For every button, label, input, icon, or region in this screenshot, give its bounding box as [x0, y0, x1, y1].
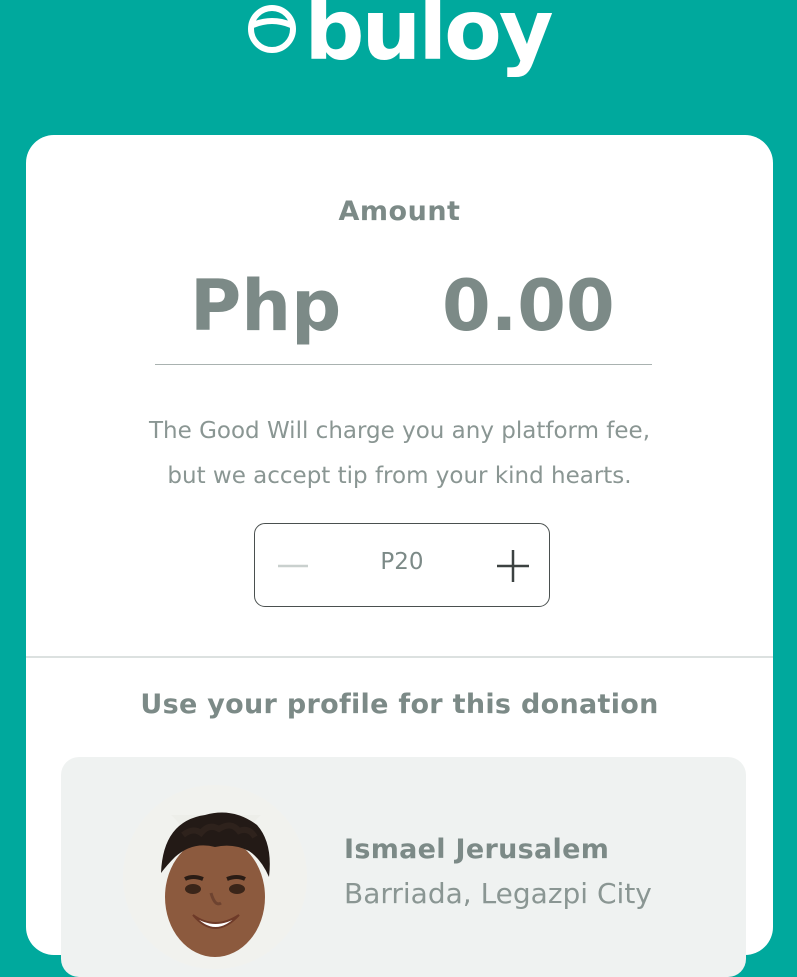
- plus-icon[interactable]: [493, 546, 533, 586]
- profile-name: Ismael Jerusalem: [344, 834, 610, 865]
- avatar-photo: [123, 785, 307, 969]
- app-logo: buloy: [0, 0, 797, 78]
- amount-label: Amount: [338, 196, 461, 227]
- profile-location: Barriada, Legazpi City: [344, 877, 652, 910]
- profile-card[interactable]: Ismael Jerusalem Barriada, Legazpi City: [61, 757, 746, 977]
- fee-note-line-1: The Good Will charge you any platform fe…: [148, 418, 651, 444]
- brand-name: buloy: [304, 0, 553, 79]
- buloy-logo-icon: [248, 5, 297, 53]
- tip-stepper: P20: [254, 523, 550, 607]
- amount-underline: [155, 364, 652, 365]
- fee-note-line-2: but we accept tip from your kind hearts.: [167, 463, 632, 489]
- amount-input[interactable]: 0.00: [442, 265, 615, 347]
- section-divider: [26, 656, 773, 658]
- profile-heading: Use your profile for this donation: [140, 689, 659, 720]
- fee-note: The Good Will charge you any platform fe…: [26, 409, 773, 499]
- donation-card: Amount Php 0.00 The Good Will charge you…: [26, 135, 773, 977]
- currency-label: Php: [190, 265, 342, 347]
- avatar: [123, 785, 307, 969]
